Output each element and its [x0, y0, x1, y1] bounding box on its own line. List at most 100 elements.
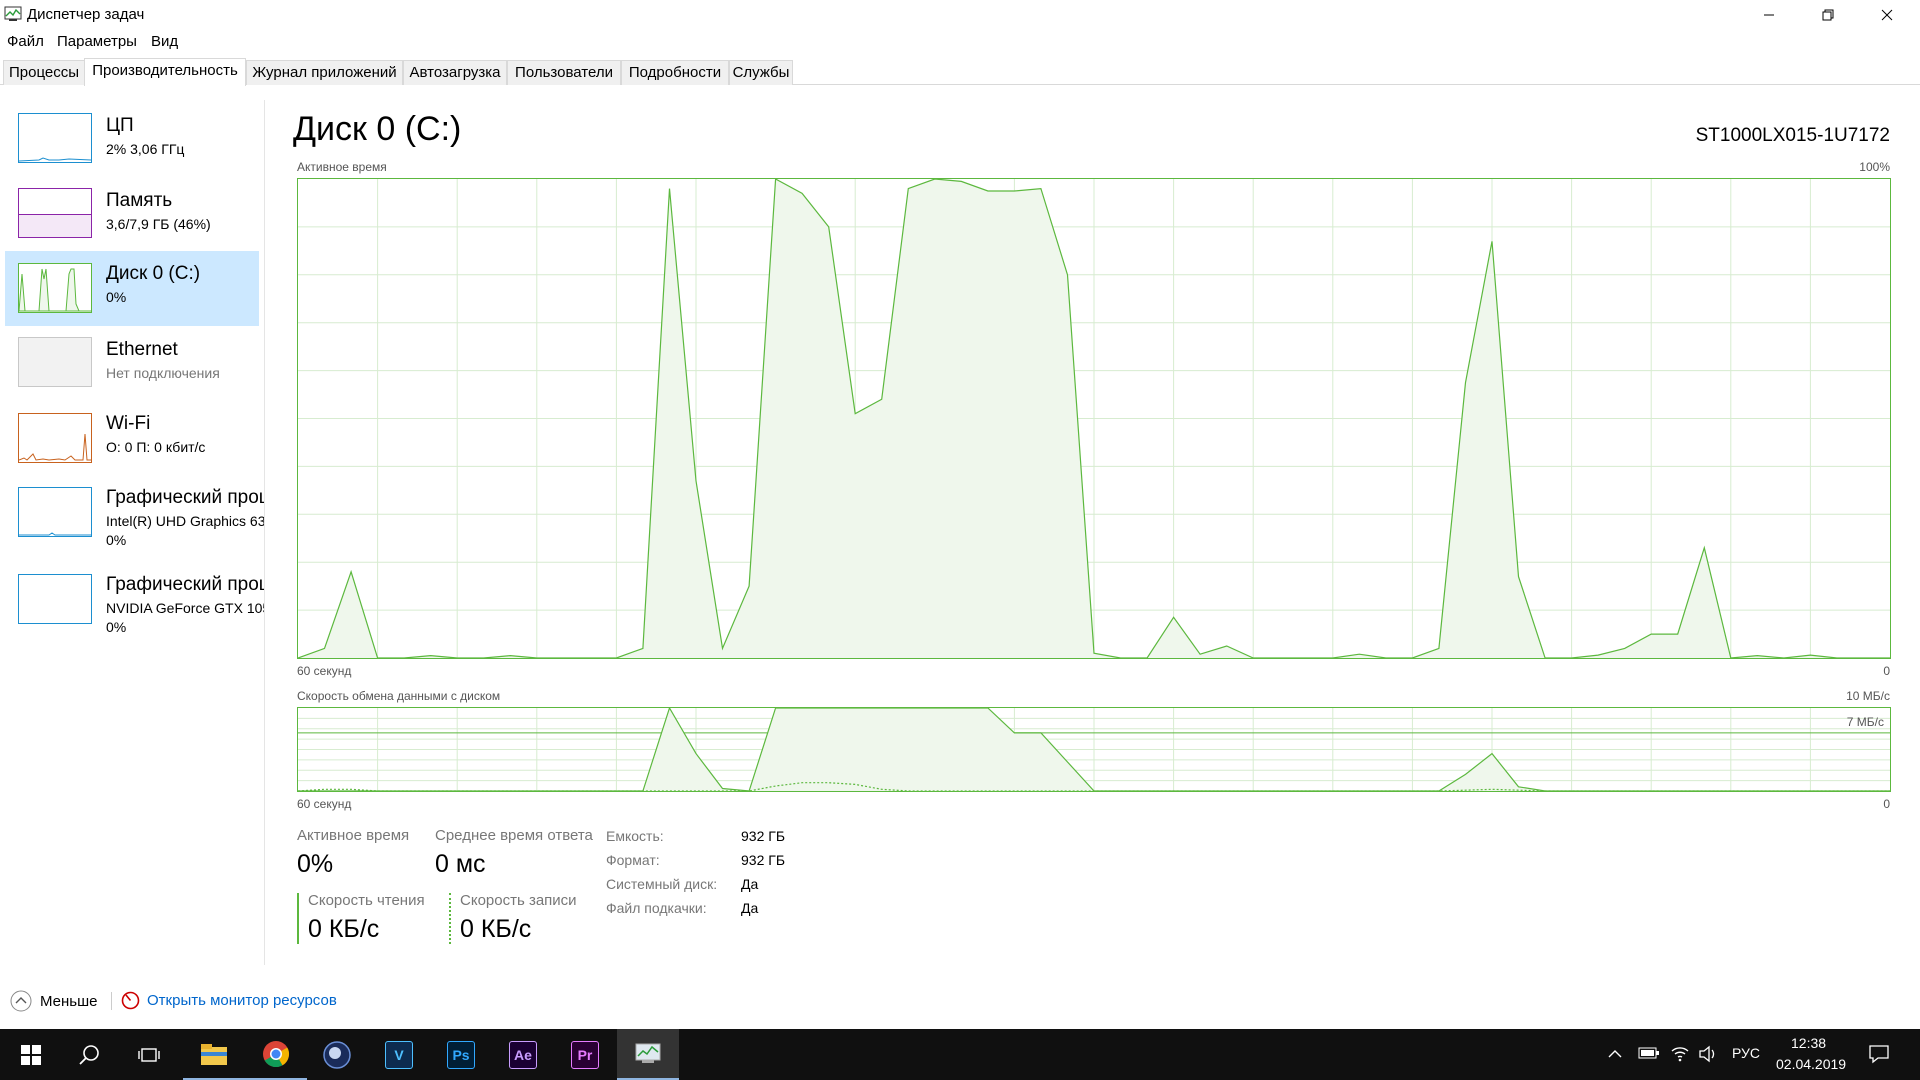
file-explorer-icon[interactable] [183, 1029, 245, 1080]
sidebar-item-memory[interactable]: Память 3,6/7,9 ГБ (46%) [5, 180, 259, 255]
tab-app-history[interactable]: Журнал приложений [246, 60, 403, 85]
transfer-rate-chart: 7 МБ/с [297, 707, 1891, 792]
input-language-indicator[interactable]: РУС [1732, 1045, 1760, 1061]
sidebar-item-disk0[interactable]: Диск 0 (C:) 0% [5, 251, 259, 326]
capacity-label: Емкость: [606, 828, 664, 844]
page-title: Диск 0 (C:) [293, 110, 462, 148]
fewer-details-button[interactable]: Меньше [10, 990, 97, 1012]
transfer-chart-xlabel-right: 0 [1883, 797, 1890, 811]
sidebar-item-subtitle: 2% 3,06 ГГц [106, 141, 185, 157]
tab-details[interactable]: Подробности [621, 60, 729, 85]
tab-performance[interactable]: Производительность [84, 58, 246, 86]
sidebar-item-gpu1[interactable]: Графический процессор 1 NVIDIA GeForce G… [5, 566, 264, 641]
write-speed-label: Скорость записи [460, 892, 577, 909]
read-speed-value: 0 КБ/с [308, 915, 380, 943]
battery-icon[interactable] [1638, 1046, 1660, 1060]
tab-bar: Процессы Производительность Журнал прило… [0, 58, 1920, 86]
menu-view[interactable]: Вид [151, 33, 178, 50]
minimize-icon [1764, 14, 1774, 16]
tab-users[interactable]: Пользователи [507, 60, 621, 85]
format-label: Формат: [606, 852, 660, 868]
response-time-stat-value: 0 мс [435, 850, 486, 878]
close-button[interactable] [1858, 0, 1916, 30]
disk-thumbnail [18, 263, 92, 313]
active-time-chart-max: 100% [1859, 160, 1890, 174]
sidebar-item-title: Wi-Fi [106, 413, 151, 434]
memory-thumbnail [18, 188, 92, 238]
close-icon [1881, 9, 1893, 21]
transfer-rate-chart-svg [298, 708, 1890, 791]
task-manager-app-icon [4, 6, 22, 21]
minimize-button[interactable] [1740, 0, 1798, 30]
sidebar-item-title: Графический процессор 1 [106, 574, 264, 595]
chrome-icon[interactable] [245, 1029, 307, 1080]
menu-file[interactable]: Файл [7, 33, 44, 50]
clock-time[interactable]: 12:38 [1791, 1035, 1826, 1051]
sidebar-item-subtitle: 0% [106, 289, 127, 305]
pagefile-label: Файл подкачки: [606, 900, 707, 916]
system-disk-value: Да [741, 876, 759, 892]
system-disk-label: Системный диск: [606, 876, 718, 892]
sidebar-item-subtitle: 3,6/7,9 ГБ (46%) [106, 216, 211, 232]
sidebar-item-cpu[interactable]: ЦП 2% 3,06 ГГц [5, 105, 259, 180]
gpu0-thumbnail [18, 487, 92, 537]
active-time-stat-label: Активное время [297, 827, 410, 844]
sidebar-item-ethernet[interactable]: Ethernet Нет подключения [5, 327, 259, 402]
taskbar: V Ps Ae Pr РУС 12:38 02.04.2019 [0, 1029, 1920, 1080]
task-manager-icon[interactable] [617, 1029, 679, 1080]
format-value: 932 ГБ [741, 852, 786, 868]
tab-startup[interactable]: Автозагрузка [403, 60, 507, 85]
wifi-icon[interactable] [1670, 1043, 1690, 1063]
write-speed-value: 0 КБ/с [460, 915, 532, 943]
ethernet-thumbnail [18, 337, 92, 387]
search-icon[interactable] [58, 1029, 120, 1080]
sidebar-item-title: ЦП [106, 115, 134, 136]
transfer-chart-label: Скорость обмена данными с диском [297, 689, 501, 703]
sidebar-item-wifi[interactable]: Wi-Fi О: 0 П: 0 кбит/с [5, 403, 259, 478]
transfer-chart-xlabel: 60 секунд [297, 797, 352, 811]
restore-icon [1822, 9, 1834, 21]
open-resource-monitor-link[interactable]: Открыть монитор ресурсов [147, 992, 337, 1009]
tab-processes[interactable]: Процессы [3, 60, 85, 85]
tab-services[interactable]: Службы [729, 60, 793, 85]
sidebar-item-title: Диск 0 (C:) [106, 263, 201, 284]
active-time-chart-svg [298, 179, 1890, 658]
cpu-thumbnail [18, 113, 92, 163]
menu-options[interactable]: Параметры [57, 33, 137, 50]
active-time-stat-value: 0% [297, 850, 334, 878]
notifications-icon[interactable] [1868, 1044, 1890, 1064]
sidebar-item-subtitle: О: 0 П: 0 кбит/с [106, 439, 206, 455]
sidebar-item-gpu0[interactable]: Графический процессор 0 Intel(R) UHD Gra… [5, 479, 264, 554]
read-speed-label: Скорость чтения [308, 892, 425, 909]
sidebar-item-title: Ethernet [106, 339, 178, 360]
after-effects-icon[interactable]: Ae [492, 1029, 554, 1080]
sidebar-item-title: Память [106, 190, 173, 211]
sidebar-item-subtitle: NVIDIA GeForce GTX 1050 [106, 600, 264, 616]
windows-start-icon[interactable] [0, 1029, 62, 1080]
resource-monitor-icon [121, 991, 140, 1010]
transfer-chart-max: 10 МБ/с [1846, 689, 1890, 703]
task-view-icon[interactable] [118, 1029, 180, 1080]
active-time-chart-xlabel-right: 0 [1883, 664, 1890, 678]
premiere-icon[interactable]: Pr [554, 1029, 616, 1080]
chevron-up-icon[interactable] [1607, 1049, 1623, 1059]
sidebar-item-title: Графический процессор 0 [106, 487, 264, 508]
disk-model: ST1000LX015-1U7172 [1695, 125, 1890, 146]
volume-icon[interactable] [1698, 1044, 1718, 1064]
sidebar-item-subtitle: Нет подключения [106, 365, 220, 381]
footer-divider [111, 992, 112, 1010]
cinema4d-icon[interactable] [306, 1029, 368, 1080]
sidebar-item-value: 0% [106, 532, 127, 548]
vegas-icon[interactable]: V [368, 1029, 430, 1080]
photoshop-icon[interactable]: Ps [430, 1029, 492, 1080]
capacity-value: 932 ГБ [741, 828, 786, 844]
wifi-thumbnail [18, 413, 92, 463]
performance-sidebar: ЦП 2% 3,06 ГГц Память 3,6/7,9 ГБ (46%) Д… [0, 100, 265, 965]
clock-date[interactable]: 02.04.2019 [1776, 1056, 1846, 1072]
footer-bar: Меньше Открыть монитор ресурсов [0, 982, 1920, 1018]
title-bar: Диспетчер задач [0, 0, 1920, 30]
restore-button[interactable] [1799, 0, 1857, 30]
read-speed-legend-line [297, 893, 299, 944]
active-time-chart-xlabel: 60 секунд [297, 664, 352, 678]
gpu1-thumbnail [18, 574, 92, 624]
